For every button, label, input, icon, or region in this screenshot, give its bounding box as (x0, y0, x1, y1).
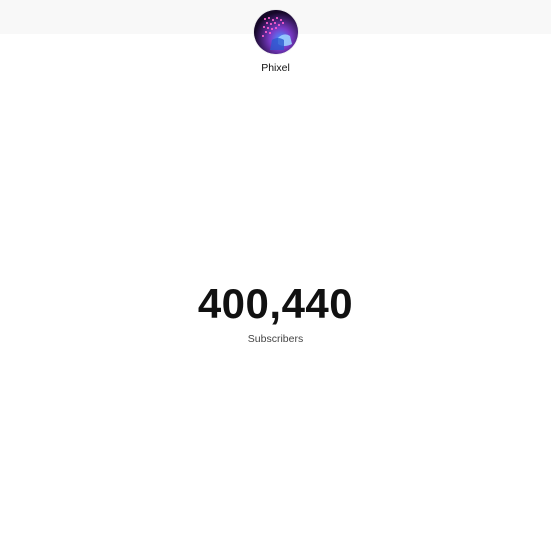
subscriber-counter-page: Phixel 400,440 Subscribers (0, 0, 551, 560)
channel-name[interactable]: Phixel (0, 62, 551, 74)
subscriber-label: Subscribers (247, 333, 304, 345)
avatar-artwork-icon (254, 10, 298, 54)
channel-avatar[interactable] (254, 10, 298, 54)
subscriber-count: 400,440 (197, 280, 354, 327)
